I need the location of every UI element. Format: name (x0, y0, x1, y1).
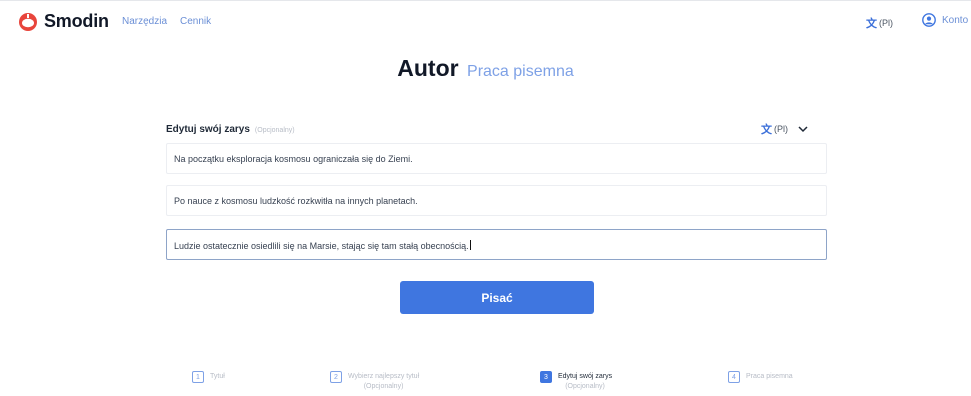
smodin-logo-icon (19, 12, 37, 31)
nav-link-pricing[interactable]: Cennik (180, 16, 211, 27)
translate-icon: 文 (761, 124, 772, 136)
account-menu[interactable]: Konto (922, 13, 968, 27)
step-1-label-wrap: Tytuł (210, 372, 225, 382)
step-2-label: Wybierz najlepszy tytuł (348, 373, 420, 380)
page-title-main: Autor (397, 55, 459, 81)
step-4-label: Praca pisemna (746, 373, 793, 380)
step-4[interactable]: 4 Praca pisemna (728, 371, 793, 383)
account-label: Konto (942, 14, 969, 26)
page-title-sub: Praca pisemna (467, 63, 574, 80)
step-2-optional: (Opcjonalny) (363, 383, 404, 390)
language-code: (Pl) (879, 18, 893, 28)
text-caret (469, 240, 471, 250)
step-3-label-wrap: Edytuj swój zarys (Opcjonalny) (558, 372, 612, 392)
outline-line-1-text: Na początku eksploracja kosmosu ogranicz… (174, 154, 413, 164)
brand-name: Smodin (44, 11, 109, 31)
step-1-label: Tytuł (210, 373, 225, 380)
outline-heading-text: Edytuj swój zarys (166, 124, 250, 135)
page-title: Autor Praca pisemna (0, 55, 971, 82)
write-button[interactable]: Pisać (400, 281, 594, 314)
translate-icon: 文 (866, 18, 877, 30)
outline-line-2[interactable]: Po nauce z kosmosu ludzkość rozkwitła na… (166, 185, 827, 216)
outline-line-3[interactable]: Ludzie ostatecznie osiedlili się na Mars… (166, 229, 827, 260)
language-selector[interactable]: 文 (Pl) (866, 15, 893, 31)
step-3-label: Edytuj swój zarys (558, 373, 613, 380)
step-3[interactable]: 3 Edytuj swój zarys (Opcjonalny) (540, 371, 612, 392)
step-4-number: 4 (728, 371, 740, 383)
step-4-label-wrap: Praca pisemna (746, 372, 793, 382)
outline-line-1[interactable]: Na początku eksploracja kosmosu ogranicz… (166, 143, 827, 174)
outline-language-code: (Pl) (774, 124, 788, 134)
step-1[interactable]: 1 Tytuł (192, 371, 225, 383)
outline-language-selector[interactable]: 文 (Pl) (761, 121, 809, 137)
nav-link-tools[interactable]: Narzędzia (122, 16, 167, 27)
chevron-down-icon (798, 126, 808, 133)
step-1-number: 1 (192, 371, 204, 383)
step-2[interactable]: 2 Wybierz najlepszy tytuł (Opcjonalny) (330, 371, 419, 392)
outline-heading: Edytuj swój zarys (Opcjonalny) (166, 124, 295, 135)
brand-logo[interactable]: Smodin (18, 11, 109, 32)
step-3-number: 3 (540, 371, 552, 383)
step-3-optional: (Opcjonalny) (565, 383, 605, 390)
account-icon (922, 13, 936, 27)
outline-line-2-text: Po nauce z kosmosu ludzkość rozkwitła na… (174, 196, 418, 206)
top-nav: Smodin Narzędzia Cennik 文 (Pl) Konto (0, 0, 971, 40)
outline-line-3-text: Ludzie ostatecznie osiedlili się na Mars… (174, 241, 469, 251)
step-2-number: 2 (330, 371, 342, 383)
outline-optional-tag: (Opcjonalny) (254, 127, 295, 134)
step-2-label-wrap: Wybierz najlepszy tytuł (Opcjonalny) (348, 372, 419, 392)
